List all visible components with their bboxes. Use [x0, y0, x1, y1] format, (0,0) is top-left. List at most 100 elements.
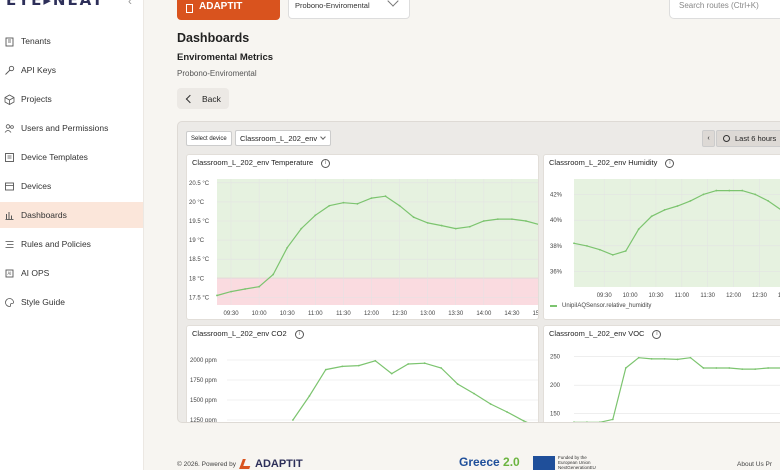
x-tick-label: 13:30 [448, 311, 464, 317]
data-point [407, 363, 410, 365]
temperature-chart-card: Classroom_L_202_env Temperature i 17.5 °C… [186, 154, 539, 320]
data-point [650, 215, 653, 218]
footer-links[interactable]: About Us Pr [737, 461, 772, 468]
data-point [324, 368, 327, 371]
data-point [624, 250, 627, 252]
plot-band [574, 179, 780, 287]
brand-logo[interactable]: ADAPTIT [177, 0, 280, 20]
time-range-prev-button[interactable]: ‹ [702, 130, 715, 147]
data-point [482, 220, 485, 222]
y-tick-label: 1750 ppm [190, 378, 217, 384]
data-point [741, 189, 744, 192]
data-point [715, 367, 718, 369]
search-input[interactable]: Search routes (Ctrl+K) [669, 0, 780, 19]
sidebar-item-label: Devices [21, 181, 52, 191]
data-point [291, 419, 294, 421]
humidity-legend-label: UnipiIAQSensor.relative_humidity [562, 303, 652, 309]
greece-logo-text: Greece [459, 455, 500, 469]
select-device-label: Select device [186, 131, 232, 146]
data-point [374, 359, 377, 362]
back-button[interactable]: Back [177, 88, 229, 109]
sidebar-item-tenants[interactable]: Tenants [0, 28, 143, 54]
footer-brand-logo[interactable]: ADAPTIT [239, 458, 303, 470]
sidebar-item-rules-and-policies[interactable]: Rules and Policies [0, 231, 143, 257]
data-point [473, 392, 476, 395]
brand-mark-icon [239, 459, 253, 469]
y-tick-label: 19.5 °C [189, 219, 210, 225]
copyright-text: © 2026. Powered by [177, 460, 236, 468]
threshold-band-alert [217, 278, 538, 305]
sidebar-item-style-guide[interactable]: Style Guide [0, 289, 143, 315]
co2-chart-card: Classroom_L_202_env CO2 i 1250 ppm 1500 pp… [186, 325, 539, 422]
voc-chart-card: Classroom_L_202_env VOC i 150 200 250 [543, 325, 780, 422]
building-icon [4, 36, 15, 47]
threshold-band-ok [217, 179, 538, 279]
data-point [244, 288, 246, 290]
sidebar-item-label: API Keys [21, 65, 56, 75]
sidebar-item-label: Projects [21, 94, 52, 104]
x-tick-label: 11:30 [336, 311, 351, 317]
y-tick-label: 1500 ppm [190, 398, 217, 404]
y-tick-label: 250 [550, 355, 561, 361]
data-point [702, 367, 705, 369]
x-tick-label: 12:00 [726, 293, 742, 299]
eu-flag-icon [533, 456, 555, 470]
data-point [258, 285, 261, 288]
data-point [637, 356, 640, 359]
data-point [663, 357, 666, 360]
chevron-down-icon [387, 0, 399, 7]
sidebar-item-devices[interactable]: Devices [0, 173, 143, 199]
sidebar: EYE▸NEAT ‹ Tenants API Keys Projects Users … [0, 0, 144, 470]
sidebar-item-dashboards[interactable]: Dashboards [0, 202, 143, 228]
app-logo[interactable]: EYE▸NEAT [6, 0, 104, 9]
data-point [468, 225, 471, 228]
series-line [292, 360, 528, 422]
data-point [573, 242, 575, 245]
humidity-legend[interactable]: UnipiIAQSensor.relative_humidity [550, 303, 651, 309]
data-point [611, 418, 614, 421]
sidebar-item-projects[interactable]: Projects [0, 86, 143, 112]
humidity-chart-card: Classroom_L_202_env Humidity i 36% 38% 40% 4… [543, 154, 780, 320]
data-point [300, 227, 303, 230]
y-tick-label: 2000 ppm [190, 358, 217, 364]
sidebar-item-ai-ops[interactable]: AI AI OPS [0, 260, 143, 286]
y-tick-label: 200 [550, 383, 561, 389]
x-tick-label: 12:30 [392, 311, 408, 317]
dashboard-panel: Select device Classroom_L_202_env ‹ Last… [177, 121, 780, 423]
chevron-down-icon [320, 134, 326, 140]
data-point [728, 189, 731, 192]
organization-select[interactable]: Probono-Enviromental [288, 0, 410, 19]
data-point [412, 216, 415, 219]
sidebar-item-label: Tenants [21, 36, 51, 46]
sidebar-item-label: AI OPS [21, 268, 50, 278]
device-select[interactable]: Classroom_L_202_env [235, 130, 331, 146]
time-range-label: Last 6 hours [735, 134, 777, 143]
data-point [637, 228, 640, 231]
collapse-sidebar-icon[interactable]: ‹ [128, 0, 132, 8]
organization-select-value: Probono-Enviromental [295, 1, 370, 10]
data-point [308, 395, 311, 397]
data-point [506, 411, 508, 413]
data-point [423, 362, 426, 365]
data-point [314, 214, 317, 217]
y-tick-label: 42% [550, 192, 563, 198]
sidebar-item-device-templates[interactable]: Device Templates [0, 144, 143, 170]
y-tick-label: 20.5 °C [189, 181, 210, 187]
y-tick-label: 40% [550, 218, 563, 224]
data-point [689, 356, 692, 359]
data-point [754, 368, 757, 371]
sidebar-item-label: Users and Permissions [21, 123, 109, 133]
chevron-left-icon [185, 94, 195, 103]
x-tick-label: 13:00 [420, 311, 436, 317]
data-point [230, 290, 232, 293]
y-tick-label: 20 °C [189, 200, 205, 206]
sidebar-item-users-and-permissions[interactable]: Users and Permissions [0, 115, 143, 141]
data-point [525, 220, 527, 222]
x-tick-label: 14:30 [504, 311, 520, 317]
footer-copyright: © 2026. Powered by ADAPTIT [177, 458, 303, 470]
legend-swatch [550, 305, 557, 307]
data-point [676, 205, 679, 207]
time-range-button[interactable]: Last 6 hours [716, 130, 780, 147]
y-tick-label: 36% [550, 270, 563, 276]
sidebar-item-api-keys[interactable]: API Keys [0, 57, 143, 83]
